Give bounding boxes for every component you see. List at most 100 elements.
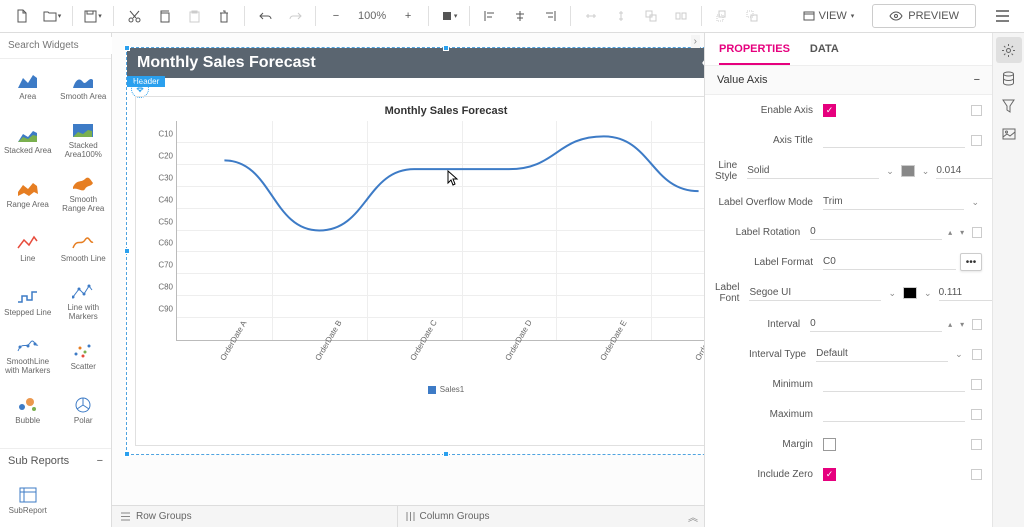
spinner-down-icon[interactable]: ▾: [958, 321, 966, 328]
advance-icon[interactable]: [971, 469, 982, 480]
cut-icon[interactable]: [120, 2, 148, 30]
tab-properties[interactable]: PROPERTIES: [719, 43, 790, 65]
subreports-header[interactable]: Sub Reports−: [0, 448, 111, 473]
widget-polar[interactable]: Polar: [56, 383, 112, 437]
widget-bubble[interactable]: Bubble: [0, 383, 56, 437]
line-width-input[interactable]: [936, 163, 992, 179]
more-icon[interactable]: •••: [960, 253, 982, 271]
align-right-icon[interactable]: [536, 2, 564, 30]
rotation-input[interactable]: [810, 224, 942, 240]
widget-radar[interactable]: Radar: [0, 437, 56, 448]
groups-toggle-icon[interactable]: ︽: [682, 509, 704, 524]
interval-input[interactable]: [810, 316, 942, 332]
line-color-swatch[interactable]: [901, 165, 915, 177]
open-folder-icon[interactable]: ▾: [38, 2, 66, 30]
advance-icon[interactable]: [971, 105, 982, 116]
spinner-down-icon[interactable]: ▾: [958, 229, 966, 236]
widget-smooth-range-area[interactable]: Smooth Range Area: [56, 167, 112, 221]
gear-icon[interactable]: [996, 37, 1022, 63]
subreport-widget[interactable]: SubReport: [0, 473, 56, 527]
chevron-down-icon[interactable]: ⌄: [919, 166, 933, 177]
groups-bar: Row Groups Column Groups ︽: [112, 505, 704, 527]
widget-panel: ‹ AreaSmooth AreaStacked AreaStacked Are…: [0, 33, 112, 527]
chart-body[interactable]: Monthly Sales Forecast C90C80C70C60C50C4…: [135, 96, 704, 446]
line-style-select[interactable]: [747, 163, 879, 179]
widget-stacked-area100%[interactable]: Stacked Area100%: [56, 113, 112, 167]
chart-title: Monthly Sales Forecast: [137, 54, 316, 72]
chevron-down-icon[interactable]: ⌄: [921, 288, 935, 299]
value-axis-section[interactable]: Value Axis−: [705, 66, 992, 95]
undo-icon[interactable]: [251, 2, 279, 30]
cursor-icon: [447, 170, 459, 189]
zoom-out-icon[interactable]: −: [322, 2, 350, 30]
font-label: Label Font: [715, 282, 749, 304]
maximum-input[interactable]: [823, 406, 965, 422]
chart-expr: «Expr»: [702, 54, 704, 72]
advance-icon[interactable]: [972, 319, 982, 330]
widget-scatter[interactable]: Scatter: [56, 329, 112, 383]
new-file-icon[interactable]: [8, 2, 36, 30]
spinner-up-icon[interactable]: ▴: [946, 229, 954, 236]
copy-icon[interactable]: [150, 2, 178, 30]
margin-checkbox[interactable]: [823, 438, 836, 451]
zoom-in-icon[interactable]: +: [394, 2, 422, 30]
interval-label: Interval: [715, 319, 810, 330]
widget-smoothline-with-markers[interactable]: SmoothLine with Markers: [0, 329, 56, 383]
spinner-up-icon[interactable]: ▴: [946, 321, 954, 328]
preview-label: PREVIEW: [908, 10, 959, 22]
font-size-input[interactable]: [939, 285, 992, 301]
minimum-input[interactable]: [823, 376, 965, 392]
legend-swatch: [428, 386, 436, 394]
widget-smooth-area[interactable]: Smooth Area: [56, 59, 112, 113]
interval-type-label: Interval Type: [715, 349, 816, 360]
align-left-icon[interactable]: [476, 2, 504, 30]
widget-stacked-area[interactable]: Stacked Area: [0, 113, 56, 167]
advance-icon[interactable]: [971, 379, 982, 390]
image-icon[interactable]: [996, 121, 1022, 147]
chevron-down-icon[interactable]: ⌄: [885, 288, 899, 299]
delete-icon[interactable]: [210, 2, 238, 30]
column-groups[interactable]: Column Groups: [398, 511, 683, 522]
font-select[interactable]: [749, 285, 881, 301]
advance-icon[interactable]: [971, 439, 982, 450]
preview-button[interactable]: PREVIEW: [872, 4, 976, 28]
chevron-down-icon[interactable]: ⌄: [968, 197, 982, 208]
advance-icon[interactable]: [971, 135, 982, 146]
database-icon[interactable]: [996, 65, 1022, 91]
save-icon[interactable]: ▾: [79, 2, 107, 30]
enable-axis-checkbox[interactable]: ✓: [823, 104, 836, 117]
align-icon[interactable]: ▾: [435, 2, 463, 30]
widget-range-area[interactable]: Range Area: [0, 167, 56, 221]
chevron-down-icon[interactable]: ⌄: [883, 166, 897, 177]
interval-type-select[interactable]: [816, 346, 948, 362]
advance-icon[interactable]: [972, 349, 982, 360]
overflow-mode-label: Label Overflow Mode: [715, 197, 823, 208]
format-input[interactable]: [823, 254, 956, 270]
view-label: VIEW: [819, 10, 847, 22]
overflow-mode-select[interactable]: [823, 194, 964, 210]
row-groups[interactable]: Row Groups: [112, 511, 397, 522]
advance-icon[interactable]: [972, 227, 982, 238]
align-center-icon[interactable]: [506, 2, 534, 30]
include-zero-checkbox[interactable]: ✓: [823, 468, 836, 481]
chevron-down-icon[interactable]: ⌄: [952, 349, 966, 360]
tab-data[interactable]: DATA: [810, 43, 839, 65]
collapse-right-icon[interactable]: ›: [691, 35, 700, 48]
line-style-label: Line Style: [715, 160, 747, 182]
chart-widget[interactable]: Monthly Sales Forecast «Expr» Header ✥ M…: [126, 47, 704, 455]
font-color-swatch[interactable]: [903, 287, 917, 299]
zoom-level: 100%: [352, 10, 392, 22]
chart-header-bar[interactable]: Monthly Sales Forecast «Expr»: [127, 48, 704, 78]
widget-smooth-line[interactable]: Smooth Line: [56, 221, 112, 275]
advance-icon[interactable]: [971, 409, 982, 420]
design-canvas: Monthly Sales Forecast «Expr» Header ✥ M…: [112, 33, 704, 527]
view-menu[interactable]: VIEW▾: [795, 6, 863, 26]
widget-area[interactable]: Area: [0, 59, 56, 113]
widget-stepped-line[interactable]: Stepped Line: [0, 275, 56, 329]
axis-title-input[interactable]: [823, 132, 965, 148]
filter-icon[interactable]: [996, 93, 1022, 119]
hamburger-icon[interactable]: [988, 2, 1016, 30]
widget-line-with-markers[interactable]: Line with Markers: [56, 275, 112, 329]
widget-line[interactable]: Line: [0, 221, 56, 275]
margin-label: Margin: [715, 439, 823, 450]
